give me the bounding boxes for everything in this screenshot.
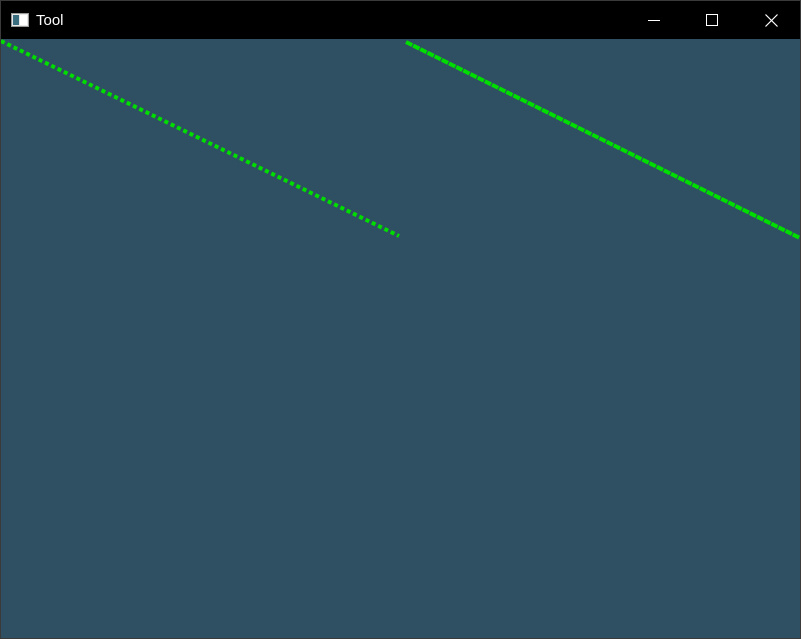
minimize-icon	[648, 14, 660, 26]
maximize-button[interactable]	[683, 1, 741, 39]
canvas-svg	[1, 39, 800, 240]
title-bar[interactable]: Tool	[1, 1, 800, 39]
line-right	[405, 40, 800, 240]
drawing-canvas[interactable]	[1, 39, 800, 638]
close-icon	[764, 13, 778, 27]
window-title: Tool	[36, 12, 64, 29]
minimize-button[interactable]	[625, 1, 683, 39]
window-app-icon	[11, 13, 29, 27]
close-button[interactable]	[742, 1, 800, 39]
app-window: Tool	[0, 0, 801, 639]
maximize-icon	[706, 14, 718, 26]
line-left	[1, 39, 400, 238]
